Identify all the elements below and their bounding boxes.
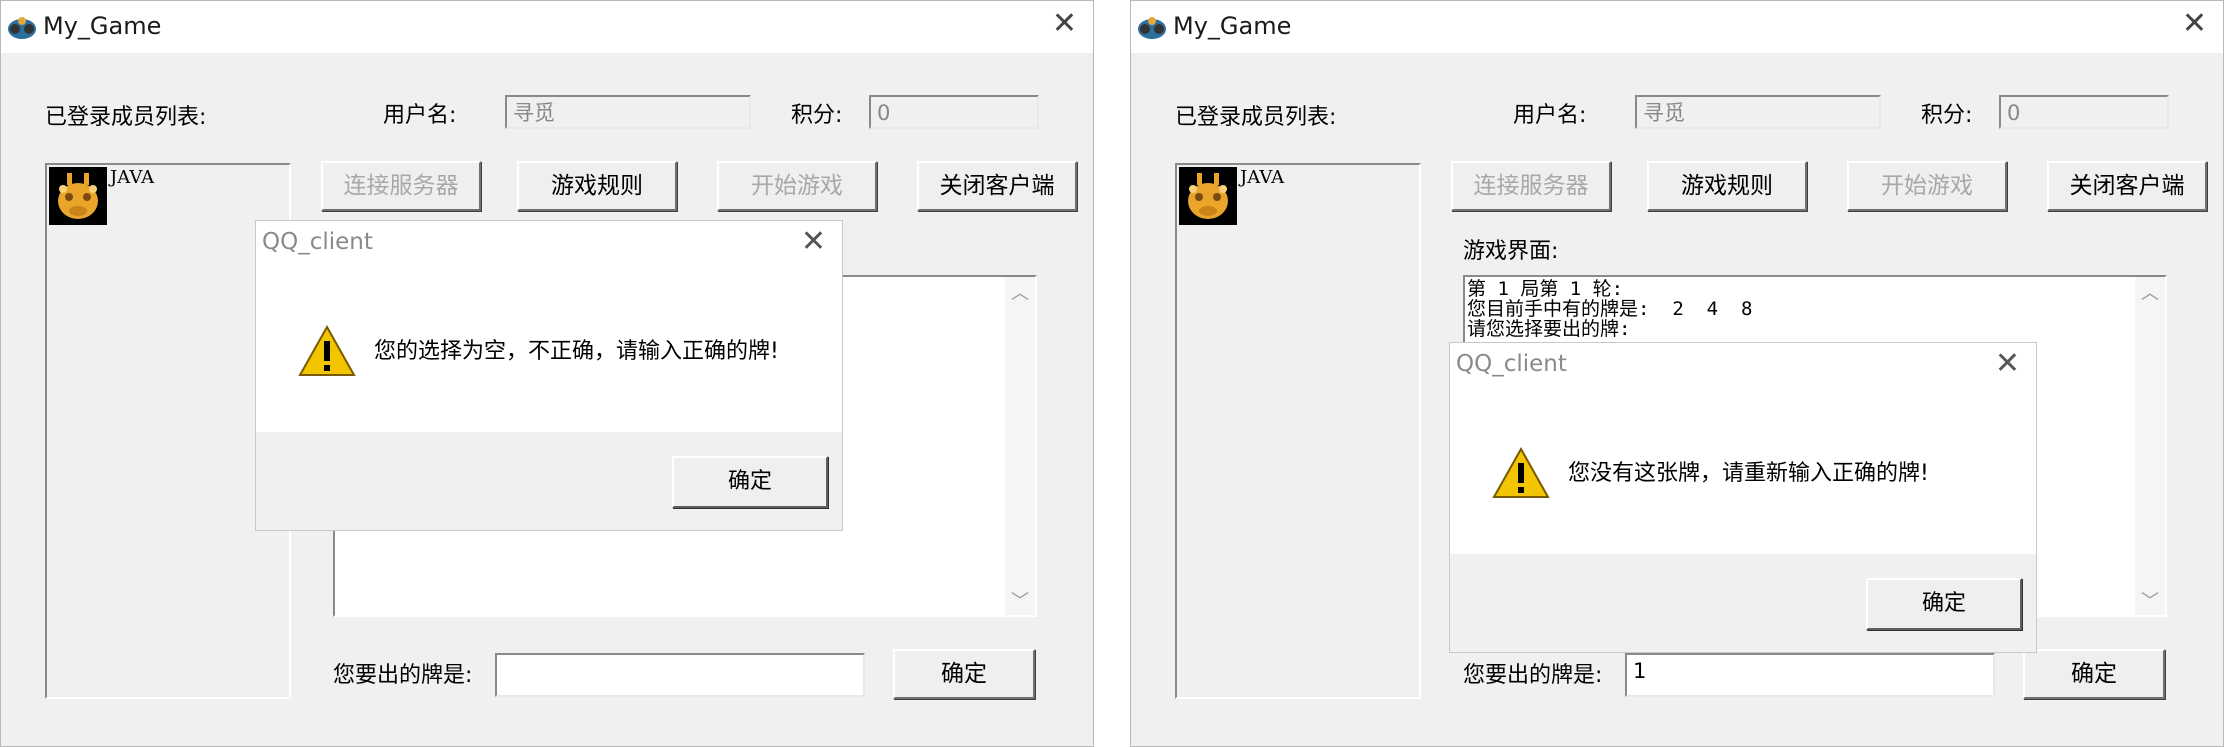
confirm-card-button[interactable]: 确定 <box>893 649 1035 699</box>
game-rules-button[interactable]: 游戏规则 <box>517 161 677 211</box>
gamepad-icon <box>8 17 36 39</box>
close-icon[interactable]: ✕ <box>801 227 826 257</box>
dialog-title: QQ_client <box>262 229 373 255</box>
score-field[interactable]: 0 <box>869 95 1039 129</box>
warning-icon <box>298 325 356 376</box>
scroll-down-icon[interactable]: ﹀ <box>1005 587 1035 613</box>
username-field[interactable]: 寻觅 <box>505 95 751 129</box>
member-name: JAVA <box>110 167 155 188</box>
card-prompt-label: 您要出的牌是: <box>333 663 473 688</box>
dialog-title: QQ_client <box>1456 351 1567 377</box>
start-game-button[interactable]: 开始游戏 <box>717 161 877 211</box>
window-title: My_Game <box>43 12 162 40</box>
alert-dialog: QQ_client ✕ 您的选择为空，不正确，请输入正确的牌! 确定 <box>255 220 843 531</box>
giraffe-avatar-icon <box>49 167 107 225</box>
members-list-label: 已登录成员列表: <box>1175 105 1337 130</box>
score-field[interactable]: 0 <box>1999 95 2169 129</box>
card-prompt-label: 您要出的牌是: <box>1463 663 1603 688</box>
dialog-footer: 确定 <box>256 432 842 530</box>
dialog-footer: 确定 <box>1450 554 2036 652</box>
title-bar[interactable]: My_Game ✕ <box>1 1 1093 53</box>
game-log-line: 第 1 局第 1 轮: <box>1467 278 1624 300</box>
scrollbar[interactable]: ︿ ﹀ <box>1005 277 1035 615</box>
close-icon[interactable]: ✕ <box>2182 9 2207 39</box>
username-field[interactable]: 寻觅 <box>1635 95 1881 129</box>
username-label: 用户名: <box>383 103 457 128</box>
dialog-ok-button[interactable]: 确定 <box>672 456 828 508</box>
game-rules-button[interactable]: 游戏规则 <box>1647 161 1807 211</box>
game-area-label: 游戏界面: <box>1463 239 1559 264</box>
card-input[interactable]: 1 <box>1625 653 1995 697</box>
start-game-button[interactable]: 开始游戏 <box>1847 161 2007 211</box>
window-title: My_Game <box>1173 12 1292 40</box>
connect-server-button[interactable]: 连接服务器 <box>321 161 481 211</box>
title-bar[interactable]: My_Game ✕ <box>1131 1 2223 53</box>
confirm-card-button[interactable]: 确定 <box>2023 649 2165 699</box>
close-icon[interactable]: ✕ <box>1052 9 1077 39</box>
scroll-up-icon[interactable]: ︿ <box>2135 279 2165 305</box>
scroll-down-icon[interactable]: ﹀ <box>2135 587 2165 613</box>
warning-icon <box>1492 447 1550 498</box>
close-client-button[interactable]: 关闭客户端 <box>2047 161 2207 211</box>
alert-dialog: QQ_client ✕ 您没有这张牌，请重新输入正确的牌! 确定 <box>1449 342 2037 653</box>
game-log-line: 请您选择要出的牌: <box>1467 318 1631 340</box>
gamepad-icon <box>1138 17 1166 39</box>
score-label: 积分: <box>791 103 843 128</box>
dialog-message: 您没有这张牌，请重新输入正确的牌! <box>1568 461 1929 486</box>
scroll-up-icon[interactable]: ︿ <box>1005 279 1035 305</box>
game-window-left: My_Game ✕ 已登录成员列表: 用户名: 寻觅 积分: 0 JAVA 连接… <box>0 0 1094 747</box>
member-list[interactable]: JAVA <box>1175 163 1421 699</box>
game-window-right: My_Game ✕ 已登录成员列表: 用户名: 寻觅 积分: 0 JAVA 连接… <box>1130 0 2224 747</box>
score-label: 积分: <box>1921 103 1973 128</box>
scrollbar[interactable]: ︿ ﹀ <box>2135 277 2165 615</box>
dialog-ok-button[interactable]: 确定 <box>1866 578 2022 630</box>
game-log-line: 您目前手中有的牌是: 2 4 8 <box>1467 298 1753 320</box>
close-client-button[interactable]: 关闭客户端 <box>917 161 1077 211</box>
game-log: 第 1 局第 1 轮: 您目前手中有的牌是: 2 4 8 请您选择要出的牌: <box>1467 279 1752 339</box>
giraffe-avatar-icon <box>1179 167 1237 225</box>
connect-server-button[interactable]: 连接服务器 <box>1451 161 1611 211</box>
members-list-label: 已登录成员列表: <box>45 105 207 130</box>
member-name: JAVA <box>1240 167 1285 188</box>
card-input[interactable] <box>495 653 865 697</box>
username-label: 用户名: <box>1513 103 1587 128</box>
dialog-message: 您的选择为空，不正确，请输入正确的牌! <box>374 339 779 364</box>
close-icon[interactable]: ✕ <box>1995 349 2020 379</box>
